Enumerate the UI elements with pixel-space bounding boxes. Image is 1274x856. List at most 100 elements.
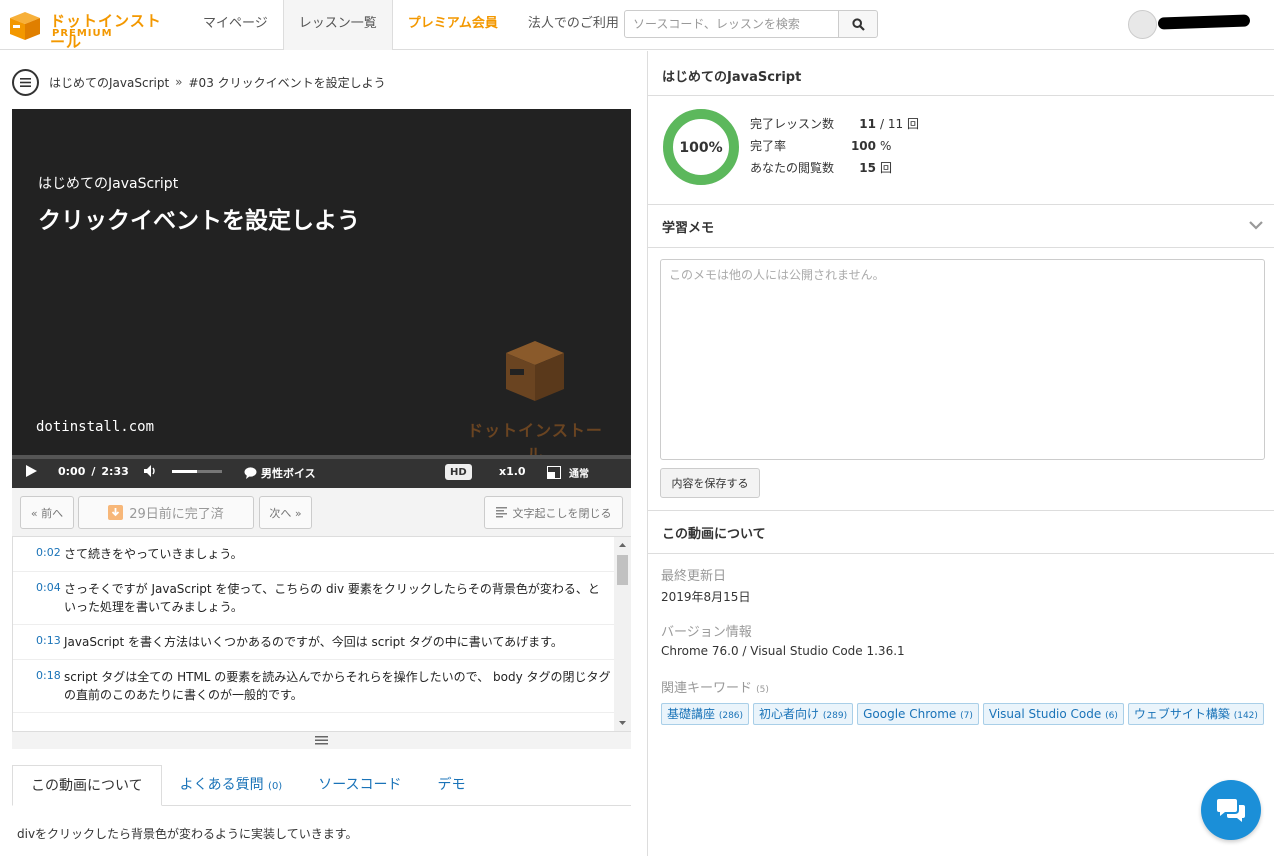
keyword-tag[interactable]: 基礎講座 (286) (661, 703, 750, 725)
tab-label: デモ (437, 777, 466, 793)
about-title: この動画について (662, 527, 766, 542)
lesson-description: divをクリックしたら背景色が変わるように実装していきます。 (17, 827, 358, 841)
stat-unit: % (880, 139, 892, 153)
transcript-resize-handle[interactable] (12, 731, 631, 749)
course-title[interactable]: はじめてのJavaScript (662, 66, 801, 85)
completed-label: 29日前に完了済 (129, 507, 224, 522)
divider (648, 247, 1274, 248)
video-progress-bar[interactable] (12, 455, 631, 459)
lesson-menu-button[interactable] (12, 68, 39, 96)
keyword-tag[interactable]: Visual Studio Code (6) (982, 703, 1124, 725)
stat-label: 完了率 (750, 139, 787, 153)
keywords-count: (5) (756, 685, 769, 695)
view-mode-toggle[interactable]: 通常 (547, 465, 589, 480)
volume-icon (144, 465, 155, 477)
speed-selector[interactable]: x1.0 (499, 465, 526, 478)
breadcrumb-course[interactable]: はじめてのJavaScript (49, 74, 169, 91)
save-memo-button[interactable]: 内容を保存する (660, 468, 760, 498)
next-lesson-button[interactable]: 次へ » (259, 496, 312, 529)
keyword-tag[interactable]: 初心者向け (289) (753, 703, 854, 725)
search-input[interactable] (624, 10, 839, 38)
prev-lesson-button[interactable]: « 前へ (20, 496, 74, 529)
video-lesson-title: クリックイベントを設定しよう (38, 208, 360, 234)
completed-button[interactable]: 29日前に完了済 (78, 496, 254, 529)
transcript-text: script タグは全ての HTML の要素を読み込んでからそれらを操作したいの… (64, 670, 611, 702)
search-box (624, 10, 878, 38)
duration: 2:33 (101, 465, 129, 478)
lesson-column: はじめてのJavaScript » #03 クリックイベントを設定しよう はじめ… (0, 51, 647, 856)
keywords-label: 関連キーワード (661, 681, 753, 696)
transcript-text: JavaScript を書く方法はいくつかあるのですが、今回は script タ… (64, 635, 563, 649)
transcript-timestamp[interactable]: 0:13 (36, 634, 61, 647)
watermark-text: ドットインストール (467, 421, 603, 455)
tab-about[interactable]: この動画について (12, 765, 162, 806)
search-button[interactable] (838, 10, 878, 38)
scroll-up-icon (619, 543, 626, 547)
volume-slider[interactable] (172, 470, 222, 473)
time-separator: / (91, 465, 96, 478)
transcript-timestamp[interactable]: 0:02 (36, 546, 61, 559)
nav-mypage[interactable]: マイページ (188, 0, 283, 50)
text-lines-icon (495, 507, 507, 518)
scroll-down-icon (619, 721, 626, 725)
transcript-row[interactable]: 0:04 さっそくですが JavaScript を使って、こちらの div 要素… (13, 572, 631, 625)
voice-selector[interactable]: 男性ボイス (244, 465, 316, 481)
keyword-count: (286) (718, 711, 744, 721)
tab-source[interactable]: ソースコード (300, 765, 419, 806)
volume-fill (172, 470, 197, 473)
transcript-timestamp[interactable]: 0:04 (36, 581, 61, 594)
close-transcript-label: 文字起こしを閉じる (512, 506, 612, 520)
nav-business[interactable]: 法人でのご利用 (513, 0, 634, 50)
version-label: バージョン情報 (661, 625, 752, 640)
keyword-name: Google Chrome (863, 707, 957, 721)
top-header: ドットインストール PREMIUM マイページ レッスン一覧 プレミアム会員 法… (0, 0, 1274, 51)
video-controls: 0:00 / 2:33 男性ボイス HD x1.0 通常 (12, 455, 631, 488)
divider (648, 510, 1274, 511)
transcript-scrollbar[interactable] (614, 537, 631, 731)
lesson-button-bar: « 前へ 29日前に完了済 次へ » 文字起こしを閉じる (12, 488, 631, 537)
chat-support-button[interactable] (1201, 780, 1261, 840)
play-button[interactable] (26, 465, 37, 477)
voice-label: 男性ボイス (261, 467, 316, 480)
hd-toggle[interactable]: HD (445, 464, 472, 480)
memo-textarea[interactable] (660, 259, 1265, 460)
video-player[interactable]: はじめてのJavaScript クリックイベントを設定しよう dotinstal… (12, 109, 631, 455)
user-avatar[interactable] (1128, 10, 1157, 39)
stat-unit: / 11 回 (880, 117, 919, 131)
scroll-thumb[interactable] (617, 555, 628, 585)
updated-label: 最終更新日 (661, 569, 727, 584)
transcript-row[interactable]: 0:02 さて続きをやっていきましょう。 (13, 537, 631, 572)
transcript-row[interactable]: 0:13 JavaScript を書く方法はいくつかあるのですが、今回は scr… (13, 625, 631, 660)
tab-faq[interactable]: よくある質問 (0) (162, 765, 301, 806)
tab-demo[interactable]: デモ (420, 765, 484, 806)
keyword-name: 初心者向け (759, 707, 820, 721)
stat-value: 15 (859, 161, 876, 175)
breadcrumb-lesson: #03 クリックイベントを設定しよう (188, 75, 386, 90)
keyword-tag[interactable]: Google Chrome (7) (857, 703, 979, 725)
lesson-tabs: この動画について よくある質問 (0) ソースコード デモ (12, 765, 631, 806)
breadcrumb-separator: » (175, 75, 183, 89)
memo-title[interactable]: 学習メモ (662, 217, 714, 236)
tab-label: ソースコード (318, 777, 402, 793)
nav-premium[interactable]: プレミアム会員 (393, 0, 513, 50)
completion-percent: 100% (679, 140, 722, 156)
box-logo-icon (10, 12, 40, 40)
course-stats: 完了レッスン数 11 / 11 回 完了率 100 % あなたの閲覧数 15 回 (750, 115, 919, 181)
site-logo[interactable]: ドットインストール PREMIUM (10, 8, 175, 51)
volume-button[interactable] (144, 465, 158, 477)
main-nav: マイページ レッスン一覧 プレミアム会員 法人でのご利用 (188, 0, 634, 50)
breadcrumb: はじめてのJavaScript » #03 クリックイベントを設定しよう (12, 68, 386, 96)
transcript-row[interactable]: 0:18 script タグは全ての HTML の要素を読み込んでからそれらを操… (13, 660, 631, 713)
nav-lessons[interactable]: レッスン一覧 (282, 0, 393, 50)
stat-value: 100 (850, 139, 876, 153)
time-display: 0:00 / 2:33 (58, 465, 129, 478)
close-transcript-button[interactable]: 文字起こしを閉じる (484, 496, 623, 529)
grip-lines-icon (315, 736, 328, 745)
keyword-count: (7) (960, 711, 973, 721)
keyword-count: (142) (1233, 711, 1258, 721)
layout-icon (547, 466, 561, 479)
transcript-panel[interactable]: 0:02 さて続きをやっていきましょう。 0:04 さっそくですが JavaSc… (12, 537, 631, 731)
keyword-tag[interactable]: ウェブサイト構築 (142) (1127, 703, 1264, 725)
transcript-timestamp[interactable]: 0:18 (36, 669, 61, 682)
chevron-down-icon[interactable] (1249, 221, 1263, 230)
